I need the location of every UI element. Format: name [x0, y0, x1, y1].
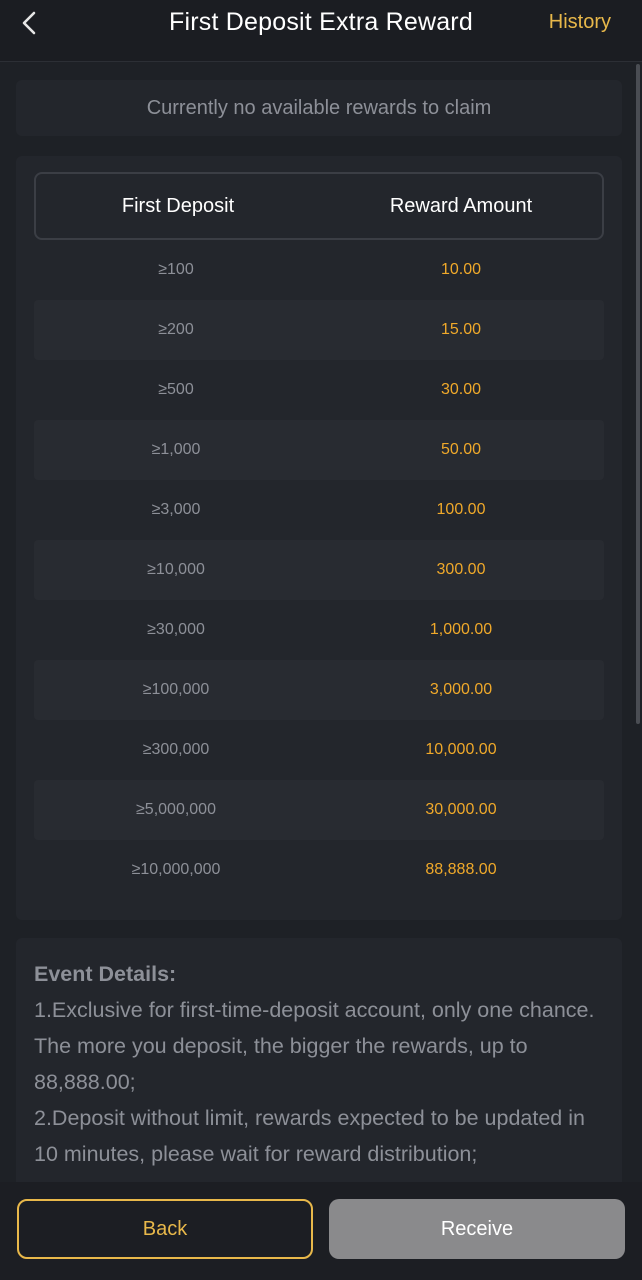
event-details-rule-1: 1.Exclusive for first-time-deposit accou…: [34, 998, 595, 1094]
app-root: First Deposit Extra Reward History Curre…: [0, 0, 642, 1280]
deposit-threshold: ≥5,000,000: [136, 801, 216, 818]
scrollbar[interactable]: [636, 64, 640, 724]
reward-amount: 3,000.00: [429, 681, 493, 698]
column-header-reward-amount: Reward Amount: [389, 194, 533, 217]
reward-amount: 30,000.00: [425, 801, 497, 818]
deposit-threshold: ≥3,000: [151, 501, 201, 518]
event-details-rule-2: 2.Deposit without limit, rewards expecte…: [34, 1106, 585, 1166]
deposit-threshold: ≥30,000: [147, 621, 205, 638]
reward-amount: 100.00: [436, 501, 486, 518]
reward-amount: 1,000.00: [429, 621, 493, 638]
reward-table: First Deposit Reward Amount ≥100 10.00 ≥…: [16, 156, 622, 920]
no-rewards-notice: Currently no available rewards to claim: [16, 80, 622, 136]
table-row: ≥100,000 3,000.00: [34, 660, 604, 720]
deposit-threshold: ≥200: [158, 321, 194, 338]
receive-button[interactable]: Receive: [329, 1199, 625, 1259]
deposit-threshold: ≥10,000: [147, 561, 205, 578]
table-header: First Deposit Reward Amount: [34, 172, 604, 240]
reward-amount: 300.00: [436, 561, 486, 578]
deposit-threshold: ≥10,000,000: [131, 861, 221, 878]
table-row: ≥100 10.00: [34, 240, 604, 300]
reward-amount: 10.00: [440, 261, 482, 278]
table-row: ≥1,000 50.00: [34, 420, 604, 480]
deposit-threshold: ≥100: [158, 261, 194, 278]
deposit-threshold: ≥300,000: [142, 741, 210, 758]
table-row: ≥10,000,000 88,888.00: [34, 840, 604, 900]
page-title: First Deposit Extra Reward: [169, 8, 473, 36]
event-details-title: Event Details:: [34, 962, 177, 986]
table-row: ≥200 15.00: [34, 300, 604, 360]
deposit-threshold: ≥100,000: [142, 681, 210, 698]
table-row: ≥30,000 1,000.00: [34, 600, 604, 660]
table-row: ≥5,000,000 30,000.00: [34, 780, 604, 840]
history-link[interactable]: History: [549, 11, 611, 34]
reward-amount: 30.00: [440, 381, 482, 398]
deposit-threshold: ≥1,000: [151, 441, 201, 458]
reward-amount: 15.00: [440, 321, 482, 338]
table-row: ≥300,000 10,000.00: [34, 720, 604, 780]
table-row: ≥500 30.00: [34, 360, 604, 420]
reward-amount: 88,888.00: [425, 861, 497, 878]
table-row: ≥3,000 100.00: [34, 480, 604, 540]
header: First Deposit Extra Reward History: [0, 0, 642, 62]
table-body: ≥100 10.00 ≥200 15.00 ≥500 30.00 ≥1,000 …: [34, 240, 604, 900]
table-row: ≥10,000 300.00: [34, 540, 604, 600]
reward-amount: 10,000.00: [425, 741, 497, 758]
column-header-first-deposit: First Deposit: [121, 194, 235, 217]
footer-bar: Back Receive: [0, 1182, 642, 1280]
reward-amount: 50.00: [440, 441, 482, 458]
back-button[interactable]: Back: [17, 1199, 313, 1259]
deposit-threshold: ≥500: [158, 381, 194, 398]
